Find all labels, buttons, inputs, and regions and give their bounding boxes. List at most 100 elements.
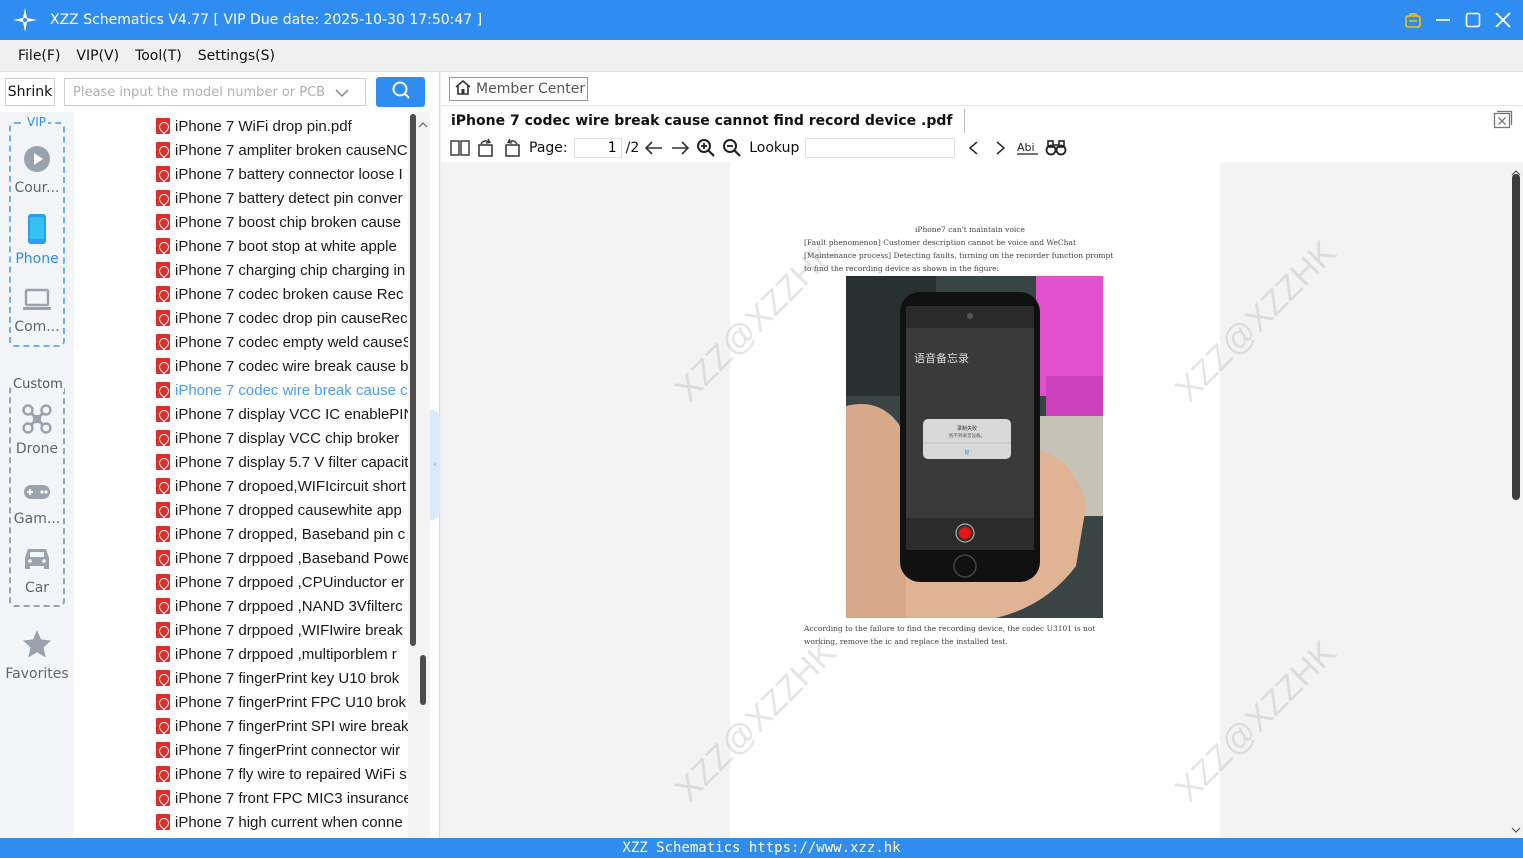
- document-tab[interactable]: iPhone 7 codec wire break cause cannot f…: [451, 109, 966, 133]
- scrollbar-thumb[interactable]: [1512, 174, 1520, 500]
- file-list-item[interactable]: iPhone 7 boot stop at white apple: [156, 234, 408, 258]
- file-list-item[interactable]: iPhone 7 ampliter broken causeNC: [156, 138, 408, 162]
- file-list-item[interactable]: iPhone 7 front FPC MIC3 insurance: [156, 786, 408, 810]
- document-tab-bar: iPhone 7 codec wire break cause cannot f…: [441, 105, 1523, 135]
- pdf-icon: [156, 502, 170, 518]
- file-list-item[interactable]: iPhone 7 drppoed ,CPUinductor er: [156, 570, 408, 594]
- file-list-item[interactable]: iPhone 7 display 5.7 V filter capacit: [156, 450, 408, 474]
- viewer-scrollbar[interactable]: [1509, 162, 1523, 838]
- previous-page-arrow-icon[interactable]: [643, 137, 665, 159]
- phone-icon: [27, 214, 47, 248]
- lookup-input[interactable]: [805, 138, 956, 158]
- file-list-item[interactable]: iPhone 7 boost chip broken cause: [156, 210, 408, 234]
- vip-group-label: VIP: [25, 115, 48, 129]
- close-tab-icon[interactable]: [1493, 110, 1513, 130]
- maximize-icon[interactable]: [1461, 8, 1485, 32]
- category-favorites[interactable]: Favorites: [0, 629, 74, 682]
- zoom-out-icon[interactable]: [721, 137, 743, 159]
- menu-tool[interactable]: Tool(T): [127, 48, 190, 64]
- pdf-icon: [156, 694, 170, 710]
- find-next-icon[interactable]: [989, 137, 1011, 159]
- chevron-down-icon[interactable]: [335, 83, 349, 102]
- file-list-item[interactable]: iPhone 7 fingerPrint connector wir: [156, 738, 408, 762]
- match-case-icon[interactable]: Abi: [1015, 137, 1041, 159]
- file-list-item[interactable]: iPhone 7 drppoed ,WIFIwire break: [156, 618, 408, 642]
- file-list-item[interactable]: iPhone 7 codec empty weld causeS: [156, 330, 408, 354]
- category-game[interactable]: Gam...: [0, 480, 74, 527]
- svg-text:Abi: Abi: [1017, 141, 1035, 154]
- scrollbar-thumb[interactable]: [420, 655, 426, 705]
- file-list-item[interactable]: iPhone 7 fingerPrint key U10 brok: [156, 666, 408, 690]
- file-list-item-selected[interactable]: iPhone 7 codec wire break cause c: [156, 378, 408, 402]
- file-list-item[interactable]: iPhone 7 drppoed ,NAND 3Vfilterc: [156, 594, 408, 618]
- vip-badge-icon[interactable]: [1401, 8, 1425, 32]
- scroll-up-arrow-icon[interactable]: [418, 114, 428, 133]
- file-list-item[interactable]: iPhone 7 drppoed ,Baseband Powe: [156, 546, 408, 570]
- zoom-in-icon[interactable]: [695, 137, 717, 159]
- search-button[interactable]: [376, 77, 425, 107]
- photo-alert-title: 录制失败: [957, 425, 977, 432]
- search-icon: [391, 80, 411, 104]
- shrink-button[interactable]: Shrink: [5, 78, 55, 106]
- gamepad-icon: [22, 480, 52, 508]
- rotate-right-icon[interactable]: [501, 137, 523, 159]
- rotate-left-icon[interactable]: [475, 137, 497, 159]
- collapse-panel-handle[interactable]: ‹: [430, 410, 440, 520]
- close-icon[interactable]: [1491, 8, 1515, 32]
- model-search-box[interactable]: [64, 78, 366, 106]
- left-panel: Shrink VIP Custom Cour... Phone: [0, 72, 440, 838]
- category-sidebar: VIP Custom Cour... Phone Com... Drone Ga…: [0, 112, 74, 838]
- file-list-item[interactable]: iPhone 7 fingerPrint FPC U10 brok: [156, 690, 408, 714]
- minimize-icon[interactable]: [1431, 8, 1455, 32]
- category-car[interactable]: Car: [0, 545, 74, 596]
- file-list-item[interactable]: iPhone 7 high current when conne: [156, 810, 408, 834]
- scroll-down-arrow-icon[interactable]: [1511, 819, 1521, 838]
- member-center-button[interactable]: Member Center: [449, 77, 588, 101]
- menu-file[interactable]: File(F): [10, 48, 68, 64]
- pdf-icon: [156, 358, 170, 374]
- category-computer[interactable]: Com...: [0, 288, 74, 335]
- two-page-view-icon[interactable]: [449, 137, 471, 159]
- next-page-arrow-icon[interactable]: [669, 137, 691, 159]
- file-list-item[interactable]: iPhone 7 dropoed,WIFIcircuit short: [156, 474, 408, 498]
- file-list-item[interactable]: iPhone 7 battery detect pin conver: [156, 186, 408, 210]
- find-all-binoculars-icon[interactable]: [1045, 137, 1067, 159]
- file-list-item[interactable]: iPhone 7 fingerPrint SPI wire break: [156, 714, 408, 738]
- pdf-viewer[interactable]: iPhone7 can't maintain voice [Fault phen…: [441, 162, 1523, 838]
- pdf-icon: [156, 622, 170, 638]
- category-drone[interactable]: Drone: [0, 404, 74, 457]
- file-list-item[interactable]: iPhone 7 dropped causewhite app: [156, 498, 408, 522]
- pdf-icon: [156, 598, 170, 614]
- file-list-item[interactable]: iPhone 7 charging chip charging in: [156, 258, 408, 282]
- photo-app-title: 语音备忘录: [914, 351, 969, 365]
- scrollbar-thumb[interactable]: [410, 114, 416, 646]
- find-previous-icon[interactable]: [963, 137, 985, 159]
- file-list-item[interactable]: iPhone 7 fly wire to repaired WiFi s: [156, 762, 408, 786]
- document-text-line: [Fault phenomenon] Customer description …: [804, 238, 1076, 247]
- file-list-item[interactable]: iPhone 7 drppoed ,multiporblem r: [156, 642, 408, 666]
- file-list-item[interactable]: iPhone 7 dropped, Baseband pin c: [156, 522, 408, 546]
- file-list-scrollbar[interactable]: [408, 112, 430, 838]
- file-list-item[interactable]: iPhone 7 codec broken cause Rec: [156, 282, 408, 306]
- category-label: Cour...: [14, 180, 60, 196]
- file-list-item[interactable]: iPhone 7 codec wire break cause b: [156, 354, 408, 378]
- file-list-item[interactable]: iPhone 7 codec drop pin causeRec: [156, 306, 408, 330]
- pdf-icon: [156, 814, 170, 830]
- file-list-item[interactable]: iPhone 7 display VCC IC enablePIN: [156, 402, 408, 426]
- status-bar: XZZ Schematics https://www.xzz.hk: [0, 838, 1523, 858]
- page-number-input[interactable]: [573, 138, 622, 158]
- menu-vip[interactable]: VIP(V): [68, 48, 127, 64]
- file-list-item[interactable]: iPhone 7 display VCC chip broker: [156, 426, 408, 450]
- page-total: /2: [625, 140, 640, 156]
- document-panel: Member Center iPhone 7 codec wire break …: [441, 72, 1523, 838]
- pdf-icon: [156, 454, 170, 470]
- category-courses[interactable]: Cour...: [0, 145, 74, 196]
- file-list-item[interactable]: iPhone 7 WiFi drop pin.pdf: [156, 114, 408, 138]
- chevron-left-icon: ‹: [433, 460, 437, 470]
- category-phone[interactable]: Phone: [0, 214, 74, 267]
- pdf-icon: [156, 382, 170, 398]
- home-icon: [454, 79, 472, 99]
- file-list-item[interactable]: iPhone 7 battery connector loose I: [156, 162, 408, 186]
- model-search-input[interactable]: [73, 84, 335, 100]
- menu-settings[interactable]: Settings(S): [190, 48, 283, 64]
